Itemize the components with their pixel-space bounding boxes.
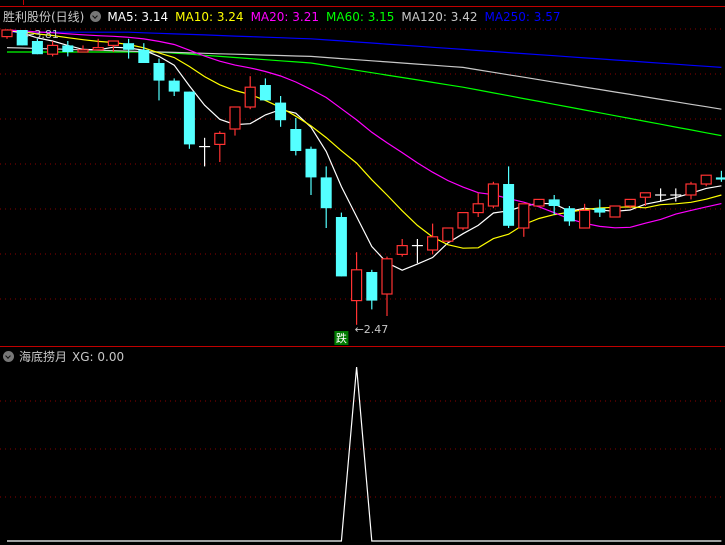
candle-body [92, 46, 104, 51]
candle-body [366, 272, 378, 301]
indicator-value: XG: 0.00 [72, 349, 125, 364]
kline-chart[interactable]: ←3.81 ←2.47 跌 [0, 0, 725, 545]
candle-body [107, 40, 120, 47]
candle-body [548, 199, 560, 206]
candle-body [715, 177, 725, 180]
candle-body [381, 258, 393, 295]
candle-body [275, 102, 287, 121]
candle-body [153, 63, 165, 81]
candle-body [639, 192, 652, 198]
candle-body [624, 198, 636, 207]
candle-body [138, 49, 150, 63]
candle-body [229, 106, 241, 130]
candle-body [594, 208, 606, 213]
ma-label-1: MA10: 3.24 [175, 9, 244, 24]
ma-label-2: MA20: 3.21 [250, 9, 319, 24]
candle-body [518, 203, 530, 229]
line-ma60 [7, 51, 722, 137]
candle-body [168, 80, 180, 92]
candle-body [578, 209, 591, 229]
line-ma5 [6, 29, 722, 271]
chart-header: 胜利股份(日线) MA5: 3.14 MA10: 3.24 MA20: 3.21 MA… [3, 8, 561, 25]
top-tab-bar[interactable] [0, 0, 725, 7]
low-price-label: ←2.47 [355, 323, 389, 336]
candle-body [46, 44, 59, 55]
high-price-label: ←3.81 [25, 28, 59, 41]
ma-legend: MA5: 3.14 MA10: 3.24 MA20: 3.21 MA60: 3.15 M… [107, 10, 560, 24]
line-ma120 [6, 47, 722, 110]
dropdown-circle-icon[interactable] [90, 11, 102, 22]
candle-body [685, 183, 697, 196]
candle-body [351, 269, 363, 302]
indicator-xg-line [7, 366, 722, 542]
candle-body [77, 49, 89, 53]
ma-label-4: MA120: 3.42 [401, 9, 478, 24]
stock-title: 胜利股份(日线) [3, 10, 85, 24]
candle-body [305, 148, 317, 178]
ma-label-5: MA250: 3.57 [484, 9, 561, 24]
dropdown-circle-icon[interactable] [3, 351, 14, 362]
candle-body [259, 85, 271, 101]
candle-body [533, 198, 545, 207]
candle-body [31, 41, 43, 55]
line-ma250 [7, 31, 722, 68]
candle-body [214, 132, 226, 145]
candle-body [487, 183, 499, 207]
ma-label-3: MA60: 3.15 [326, 9, 395, 24]
candle-body [62, 45, 74, 52]
candle-body [472, 203, 484, 214]
indicator-header: 海底捞月 XG: 0.00 [3, 348, 124, 365]
candle-body [290, 129, 302, 151]
candle-body [427, 236, 439, 251]
candle-body [396, 245, 408, 256]
candle-body [335, 217, 347, 277]
candle-body [244, 86, 256, 108]
candle-body [1, 29, 13, 38]
candle-body [503, 184, 515, 226]
candle-body [609, 205, 621, 218]
indicator-title: 海底捞月 [19, 350, 68, 364]
candle-body [700, 174, 712, 185]
candle-body [457, 212, 469, 229]
candle-body [442, 227, 454, 242]
candle-body [320, 177, 332, 209]
tab-box[interactable] [0, 0, 24, 5]
candle-body [183, 91, 195, 145]
signal-badge-label: 跌 [336, 331, 347, 345]
candle-body [123, 43, 135, 50]
candle-body [563, 208, 575, 222]
ma-label-0: MA5: 3.14 [107, 9, 169, 24]
